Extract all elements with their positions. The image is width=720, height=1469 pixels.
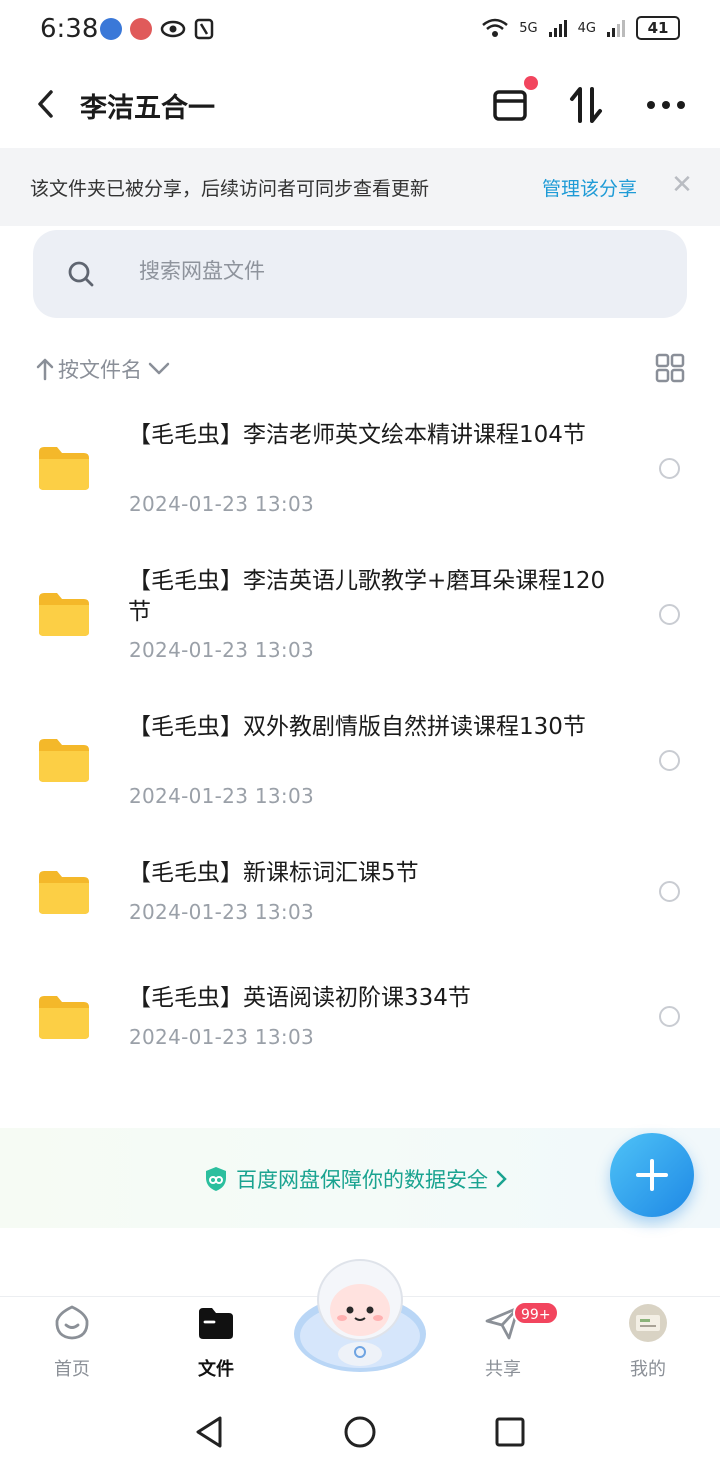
grid-view-icon[interactable] [654, 352, 686, 384]
nav-label: 首页 [54, 1359, 90, 1380]
file-date: 2024-01-23 13:03 [129, 900, 315, 924]
folder-icon [39, 739, 89, 782]
select-checkbox[interactable] [659, 604, 680, 625]
close-icon[interactable]: ✕ [668, 170, 696, 200]
status-bar: 6:38 5G 4G 41 [0, 0, 720, 62]
status-system-icons: 5G 4G 41 [481, 16, 680, 40]
file-name: 【毛毛虫】李洁英语儿歌教学+磨耳朵课程120节 [128, 568, 606, 625]
more-options-button[interactable] [642, 82, 690, 128]
file-list-item[interactable]: 【毛毛虫】双外教剧情版自然拼读课程130节 2024-01-23 13:03 [0, 702, 720, 832]
unread-badge: 99+ [513, 1301, 559, 1325]
signal-icon [607, 20, 625, 37]
eye-icon [160, 20, 186, 38]
mascot-assistant-icon[interactable] [292, 1256, 428, 1374]
nav-item-files[interactable]: 文件 [166, 1303, 266, 1381]
chevron-down-icon [148, 362, 170, 375]
status-time: 6:38 [40, 14, 99, 44]
select-checkbox[interactable] [659, 750, 680, 771]
search-bar[interactable] [33, 230, 687, 318]
folder-icon [39, 447, 89, 490]
system-home-icon[interactable] [342, 1414, 378, 1450]
system-back-icon[interactable] [192, 1414, 228, 1450]
file-date: 2024-01-23 13:03 [129, 492, 315, 516]
back-button[interactable] [28, 84, 62, 124]
share-notice-text: 该文件夹已被分享，后续访问者可同步查看更新 [30, 178, 430, 200]
transfer-list-button[interactable] [486, 76, 538, 128]
folder-icon [39, 593, 89, 636]
sort-order-button[interactable] [562, 82, 610, 128]
sort-label: 按文件名 [58, 358, 142, 382]
file-list-item[interactable]: 【毛毛虫】新课标词汇课5节 2024-01-23 13:03 [0, 848, 720, 948]
app-notification-icon [130, 18, 152, 40]
avatar [629, 1304, 667, 1342]
nav-label: 文件 [198, 1359, 234, 1380]
page-title: 李洁五合一 [80, 93, 215, 124]
file-name: 【毛毛虫】新课标词汇课5节 [128, 860, 419, 886]
network-5g-label: 5G [519, 20, 538, 36]
notification-dot [524, 76, 538, 90]
system-navigation-bar [0, 1396, 720, 1469]
select-checkbox[interactable] [659, 458, 680, 479]
signal-icon [548, 20, 567, 37]
file-date: 2024-01-23 13:03 [129, 784, 315, 808]
network-4g-label: 4G [577, 20, 596, 36]
nav-item-home[interactable]: 首页 [22, 1303, 122, 1381]
nav-item-share[interactable]: 99+ 共享 [453, 1301, 559, 1381]
wifi-icon [482, 18, 509, 37]
file-list-item[interactable]: 【毛毛虫】李洁老师英文绘本精讲课程104节 2024-01-23 13:03 [0, 410, 720, 540]
file-name: 【毛毛虫】双外教剧情版自然拼读课程130节 [128, 714, 586, 740]
plus-icon [636, 1159, 668, 1191]
more-horizontal-icon [647, 101, 685, 109]
file-name: 【毛毛虫】英语阅读初阶课334节 [128, 985, 471, 1011]
chevron-right-icon [496, 1170, 507, 1188]
chevron-left-icon [38, 90, 53, 118]
file-name: 【毛毛虫】李洁老师英文绘本精讲课程104节 [128, 422, 586, 448]
add-button[interactable] [610, 1133, 694, 1217]
search-icon [68, 261, 94, 287]
folder-icon [39, 871, 89, 914]
status-notification-icons [100, 18, 214, 40]
file-list-item[interactable]: 【毛毛虫】英语阅读初阶课334节 2024-01-23 13:03 [0, 973, 720, 1073]
battery-indicator: 41 [636, 16, 680, 40]
file-date: 2024-01-23 13:03 [129, 1025, 315, 1049]
page-header: 李洁五合一 [0, 62, 720, 148]
security-promo-content: 百度网盘保障你的数据安全 [204, 1164, 508, 1194]
file-date: 2024-01-23 13:03 [129, 638, 315, 662]
select-checkbox[interactable] [659, 881, 680, 902]
select-checkbox[interactable] [659, 1006, 680, 1027]
system-recents-icon[interactable] [492, 1414, 528, 1450]
nfc-icon [194, 18, 214, 40]
share-notice-banner: 该文件夹已被分享，后续访问者可同步查看更新 管理该分享 ✕ [0, 148, 720, 226]
nav-label: 共享 [485, 1359, 521, 1380]
home-icon [55, 1305, 89, 1340]
arrow-up-icon [36, 358, 54, 381]
folder-icon [39, 996, 89, 1039]
file-list-item[interactable]: 【毛毛虫】李洁英语儿歌教学+磨耳朵课程120节 2024-01-23 13:03 [0, 556, 720, 686]
app-notification-icon [100, 18, 122, 40]
search-input[interactable] [139, 259, 619, 283]
folder-filled-icon [199, 1308, 233, 1339]
security-promo-text: 百度网盘保障你的数据安全 [236, 1168, 488, 1192]
shield-icon [206, 1167, 226, 1191]
manage-share-link[interactable]: 管理该分享 [542, 174, 637, 201]
nav-item-me[interactable]: 我的 [598, 1303, 698, 1381]
sort-selector[interactable]: 按文件名 [36, 352, 170, 386]
nav-label: 我的 [630, 1359, 666, 1380]
tray-icon [493, 90, 527, 121]
swap-vertical-icon [570, 87, 602, 123]
